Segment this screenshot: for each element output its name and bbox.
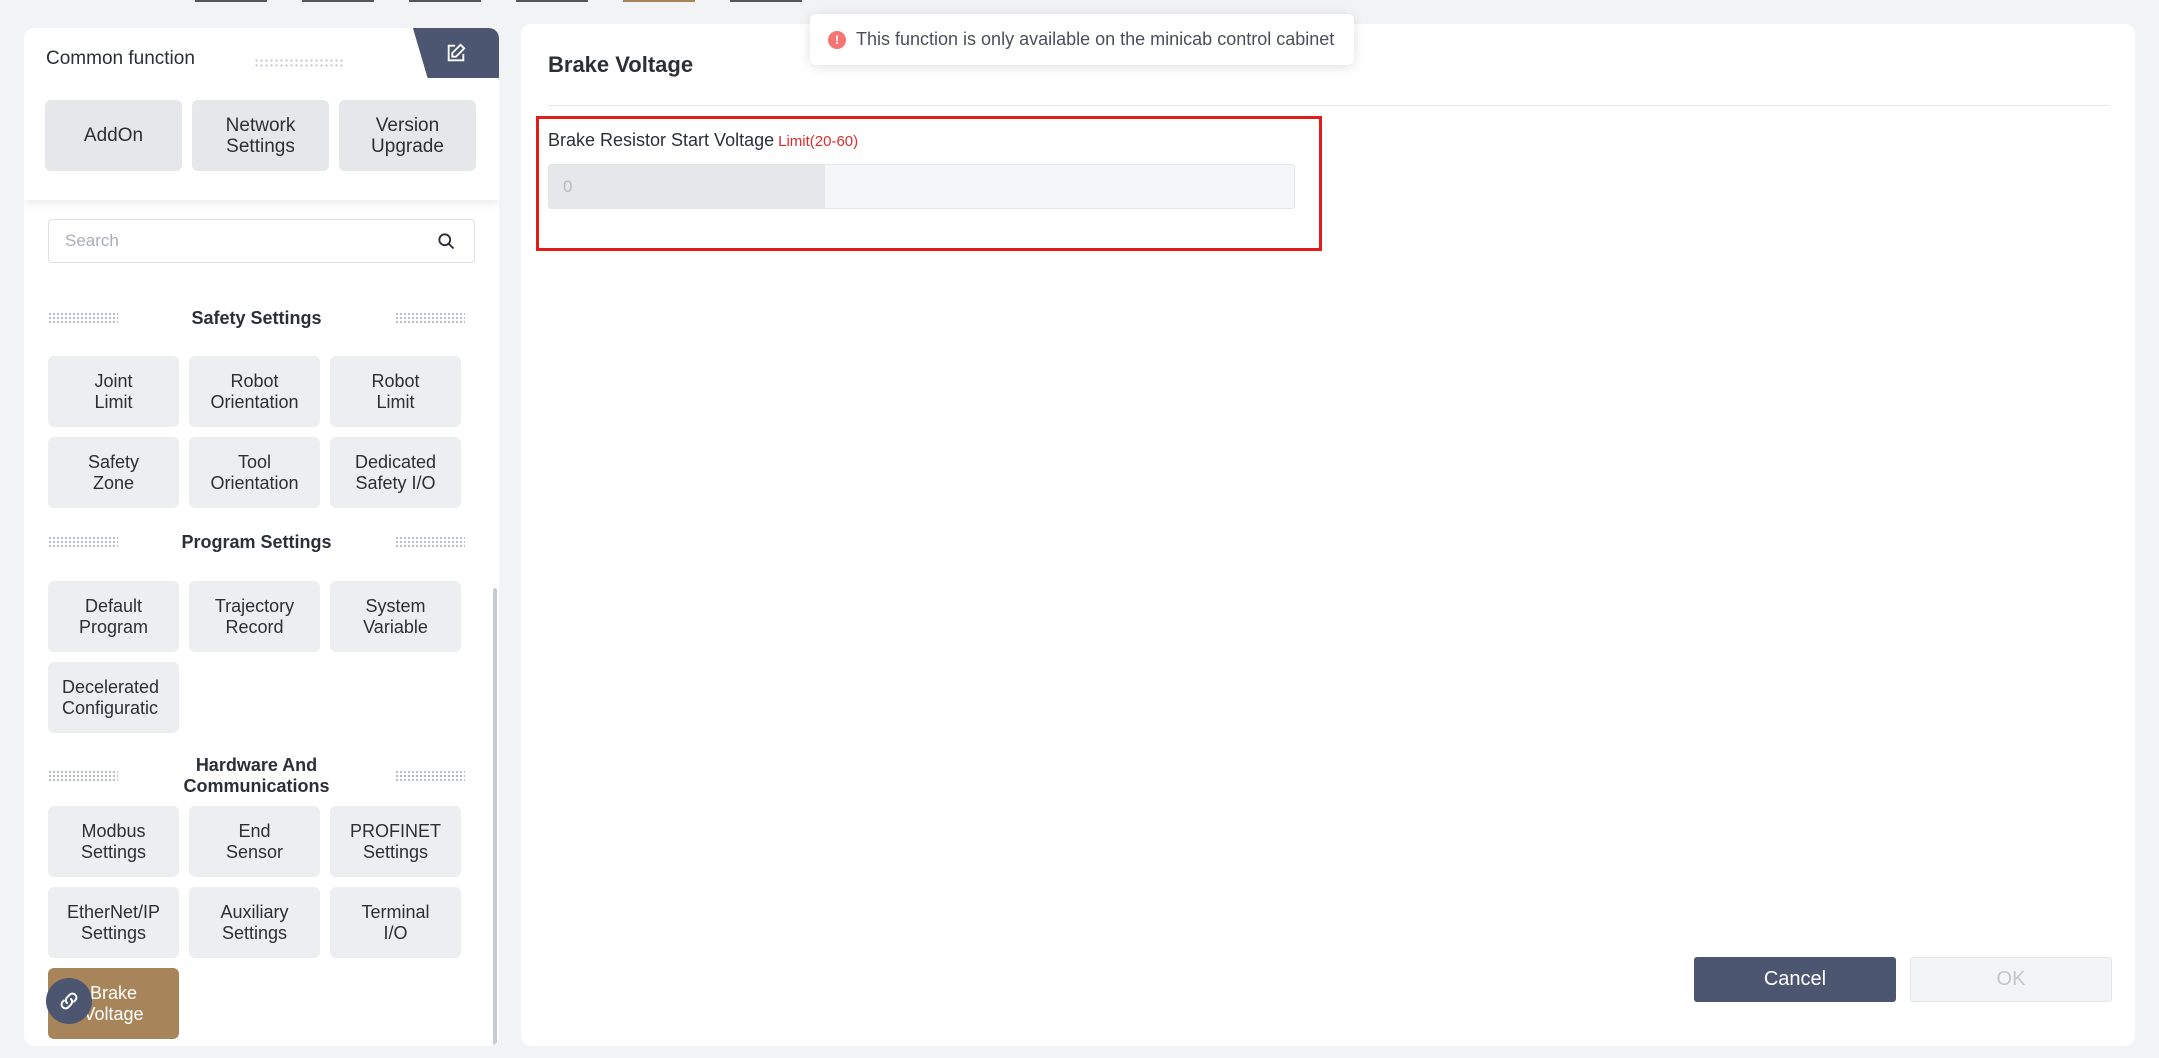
edit-icon	[447, 43, 466, 62]
safety-zone-item[interactable]: Safety Zone	[48, 437, 179, 508]
terminal-io-item[interactable]: Terminal I/O	[330, 887, 461, 958]
tool-orientation-item[interactable]: Tool Orientation	[189, 437, 320, 508]
decorative-dots	[48, 770, 118, 782]
modbus-settings-item[interactable]: Modbus Settings	[48, 806, 179, 877]
decorative-dots	[394, 770, 465, 782]
joint-limit-item[interactable]: Joint Limit	[48, 356, 179, 427]
decorative-dots	[395, 536, 465, 548]
cancel-button[interactable]: Cancel	[1694, 957, 1896, 1002]
toast-text: This function is only available on the m…	[856, 29, 1335, 49]
title-divider	[548, 105, 2110, 106]
safety-settings-grid: Joint Limit Robot Orientation Robot Limi…	[48, 356, 461, 508]
section-header-program: Program Settings	[48, 530, 465, 554]
search-box	[48, 219, 475, 263]
connection-button[interactable]	[46, 978, 92, 1024]
scrollbar[interactable]	[493, 588, 497, 1046]
decorative-dots	[48, 312, 118, 324]
section-title: Safety Settings	[191, 307, 322, 328]
hardware-settings-grid: Modbus Settings End Sensor PROFINET Sett…	[48, 806, 461, 1039]
page-title: Brake Voltage	[548, 52, 694, 77]
decorative-dots	[394, 312, 465, 324]
settings-list: Safety Settings Joint Limit Robot Orient…	[24, 278, 499, 1046]
default-program-item[interactable]: Default Program	[48, 581, 179, 652]
system-variable-item[interactable]: System Variable	[330, 581, 461, 652]
section-header-hardware: Hardware And Communications	[48, 754, 465, 798]
link-icon	[60, 992, 78, 1010]
brake-voltage-field	[548, 164, 1295, 209]
field-limit: Limit(20-60)	[778, 133, 859, 150]
section-header-safety: Safety Settings	[48, 306, 465, 330]
program-settings-grid: Default Program Trajectory Record System…	[48, 581, 461, 733]
decorative-dots	[254, 58, 344, 68]
robot-limit-item[interactable]: Robot Limit	[330, 356, 461, 427]
network-settings-button[interactable]: Network Settings	[192, 100, 329, 171]
end-sensor-item[interactable]: End Sensor	[189, 806, 320, 877]
search-icon[interactable]	[436, 231, 456, 251]
robot-orientation-item[interactable]: Robot Orientation	[189, 356, 320, 427]
field-label-text: Brake Resistor Start Voltage	[548, 130, 775, 150]
common-function-tab[interactable]: Common function	[24, 28, 419, 80]
ok-button[interactable]: OK	[1910, 957, 2112, 1002]
version-upgrade-button[interactable]: Version Upgrade	[339, 100, 476, 171]
profinet-settings-item[interactable]: PROFINET Settings	[330, 806, 461, 877]
trajectory-record-item[interactable]: Trajectory Record	[189, 581, 320, 652]
search-input[interactable]	[49, 220, 409, 262]
brake-voltage-panel: Brake Voltage Brake Resistor Start Volta…	[521, 24, 2135, 1046]
addon-button[interactable]: AddOn	[45, 100, 182, 171]
decelerated-configuration-item[interactable]: Decelerated Configuratic	[48, 662, 179, 733]
dedicated-safety-io-item[interactable]: Dedicated Safety I/O	[330, 437, 461, 508]
top-strip	[0, 0, 2159, 4]
brake-voltage-input[interactable]	[549, 165, 1294, 208]
field-label: Brake Resistor Start Voltage Limit(20-60)	[548, 130, 858, 151]
common-function-panel: Common function AddOn Network Settings V…	[24, 28, 499, 200]
decorative-dots	[48, 536, 118, 548]
common-function-buttons: AddOn Network Settings Version Upgrade	[45, 100, 476, 171]
section-title: Program Settings	[181, 531, 332, 552]
auxiliary-settings-item[interactable]: Auxiliary Settings	[189, 887, 320, 958]
function-sidebar: Common function AddOn Network Settings V…	[24, 28, 499, 1046]
common-function-title: Common function	[46, 48, 195, 69]
exclamation-icon: !	[828, 30, 846, 49]
ethernet-ip-settings-item[interactable]: EtherNet/IP Settings	[48, 887, 179, 958]
section-title: Hardware And Communications	[183, 755, 330, 796]
toast-message: ! This function is only available on the…	[810, 14, 1354, 65]
